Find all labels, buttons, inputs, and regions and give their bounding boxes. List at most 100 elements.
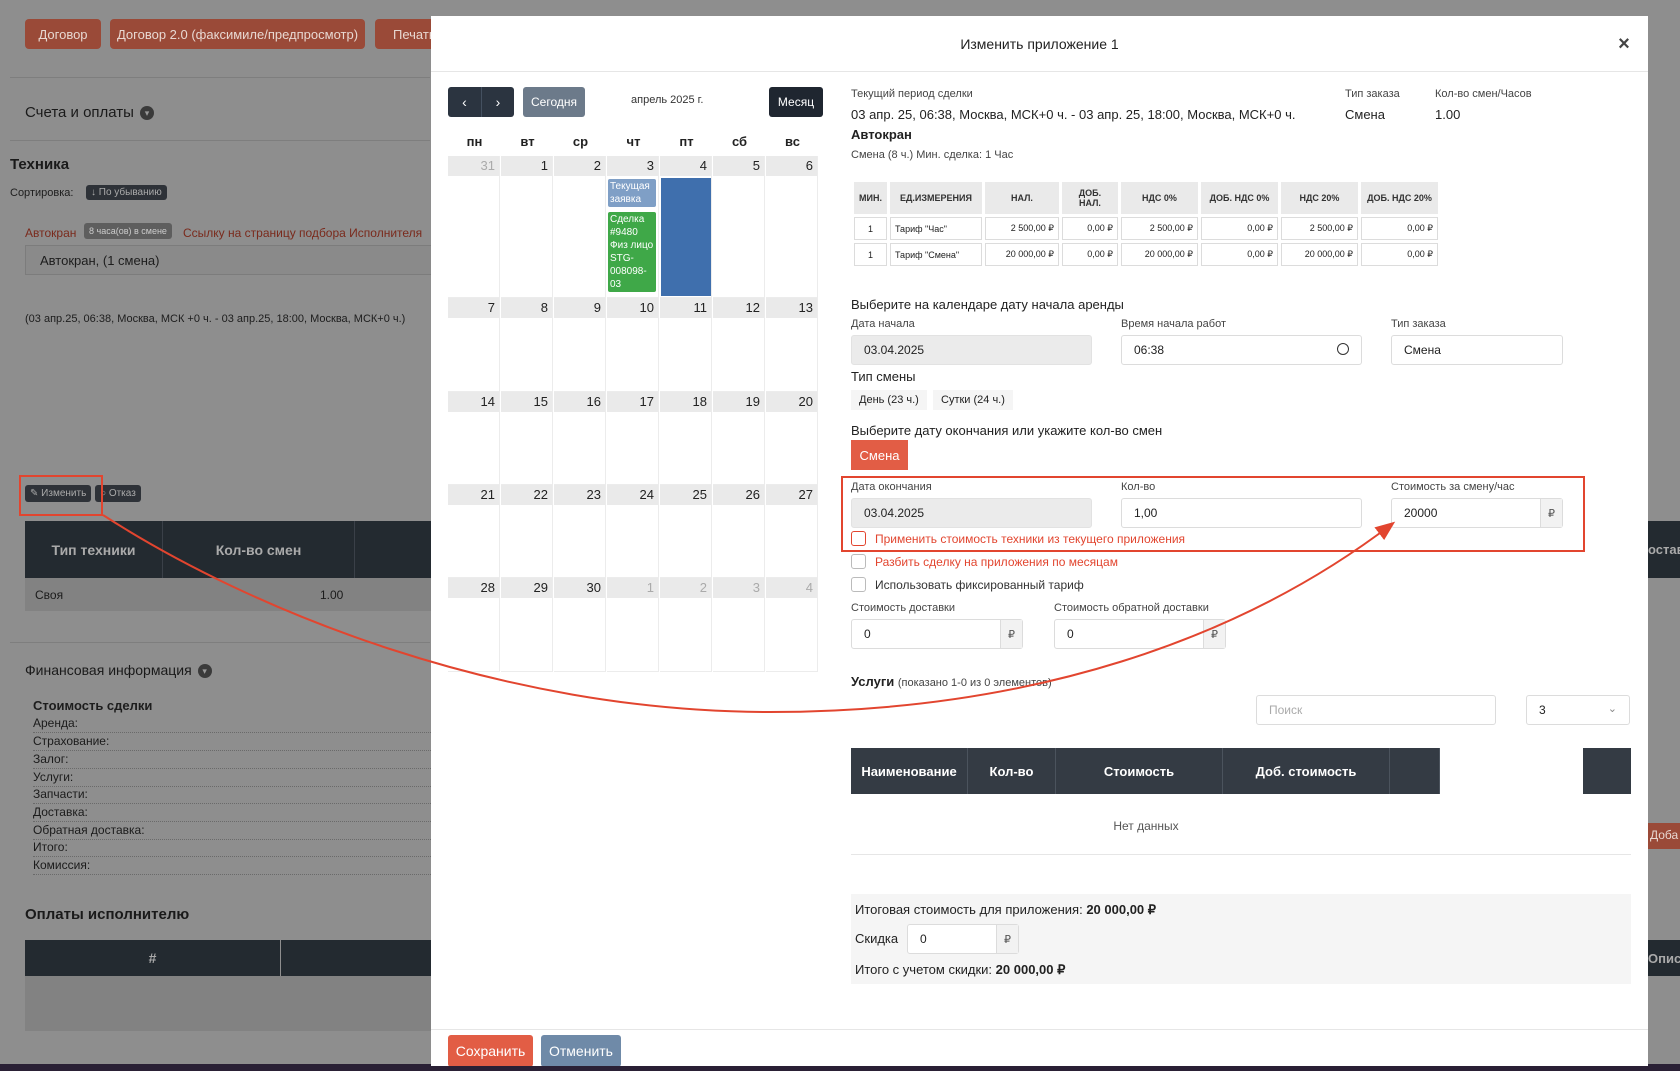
calendar-day[interactable]: 22 [501,485,553,578]
close-icon[interactable]: × [1612,32,1636,56]
calendar-day[interactable]: 28 [448,578,500,672]
calendar-day[interactable]: 4 [766,578,818,672]
month-title: апрель 2025 г. [631,94,704,106]
save-button[interactable]: Сохранить [448,1035,533,1066]
prev-month-button[interactable]: ‹ [448,87,481,117]
selected-day-highlight[interactable] [661,178,711,296]
shift-type-label: Тип смены [851,369,916,384]
services-search-input[interactable]: Поиск [1256,695,1496,725]
sort-badge[interactable]: ↓ По убыванию [86,185,167,200]
calendar-day[interactable]: 26 [713,485,765,578]
calendar-day[interactable]: 13 [766,298,818,392]
shift-option-24h[interactable]: Сутки (24 ч.) [933,390,1013,410]
services-header-qty[interactable]: Кол-во [968,748,1056,794]
finance-item: Комиссия: [33,858,433,875]
calendar-day[interactable]: 31 [448,156,500,298]
contract-2-button[interactable]: Договор 2.0 (факсимиле/предпросмотр) [110,19,365,49]
calendar-day[interactable]: 24 [607,485,659,578]
executor-link[interactable]: Ссылку на страницу подбора Исполнителя [183,226,422,240]
calendar-day[interactable]: 1 [501,156,553,298]
calendar-day[interactable]: 14 [448,392,500,485]
day-number: 26 [713,485,764,505]
weekday-header: вт [520,134,535,149]
price-input[interactable]: 20000 ₽ [1391,498,1563,528]
chevron-down-icon: ▾ [197,664,212,679]
machine-input[interactable]: Автокран, (1 смена) [25,245,445,275]
print-button[interactable]: Печать [375,19,436,49]
calendar-day[interactable]: 19 [713,392,765,485]
calendar-day[interactable]: 23 [554,485,606,578]
calendar-day[interactable]: 18 [660,392,712,485]
calendar-day[interactable]: 6 [766,156,818,298]
finance-section[interactable]: Финансовая информация ▾ [25,662,212,679]
right-edge-add[interactable]: Доба [1648,823,1680,849]
payments-row [25,976,435,1031]
accounts-section[interactable]: Счета и оплаты ▾ [25,104,154,121]
calendar-day[interactable]: 20 [766,392,818,485]
event-deal[interactable]: Сделка #9480 Физ лицо STG-008098-03 [608,212,656,292]
calendar-day[interactable]: 2 [554,156,606,298]
calendar-day[interactable]: 25 [660,485,712,578]
services-header-extra-cost[interactable]: Доб. стоимость [1223,748,1390,794]
calendar-day[interactable]: 4 [660,156,712,298]
calendar-day[interactable]: 11 [660,298,712,392]
day-number: 19 [713,392,764,412]
calendar-day[interactable]: 27 [766,485,818,578]
services-header-cost[interactable]: Стоимость [1056,748,1223,794]
return-delivery-input[interactable]: 0 ₽ [1054,619,1226,649]
event-current-request[interactable]: Текущая заявка [608,179,656,207]
cancel-button[interactable]: Отменить [541,1035,621,1066]
order-type-select[interactable]: Смена [1391,335,1563,365]
no-data-text: Нет данных [1113,819,1179,833]
fixed-tariff-checkbox[interactable] [851,577,866,592]
ruble-icon: ₽ [1203,620,1225,648]
discount-input[interactable]: 0 ₽ [907,924,1019,954]
clock-icon[interactable] [1337,343,1349,355]
sort-icon: ↓ [91,187,96,198]
right-edge-desc: Описа [1648,940,1680,976]
count-label: Кол-во смен/Часов [1435,88,1532,100]
quantity-label: Кол-во [1121,481,1156,493]
calendar-day[interactable]: 30 [554,578,606,672]
today-button[interactable]: Сегодня [523,87,585,117]
day-number: 17 [607,392,658,412]
order-type-label: Тип заказа [1345,88,1400,100]
start-date-input[interactable]: 03.04.2025 [851,335,1092,365]
calendar-day[interactable]: 3 [713,578,765,672]
end-date-input[interactable]: 03.04.2025 [851,498,1092,528]
start-section-title: Выберите на календаре дату начала аренды [851,297,1124,312]
calendar-day[interactable]: 2 [660,578,712,672]
calendar-day[interactable]: 5 [713,156,765,298]
ruble-icon: ₽ [1000,620,1022,648]
delivery-input[interactable]: 0 ₽ [851,619,1023,649]
quantity-input[interactable]: 1,00 [1121,498,1362,528]
month-view-button[interactable]: Месяц [769,87,823,117]
calendar-day[interactable]: 7 [448,298,500,392]
calendar-day[interactable]: 12 [713,298,765,392]
calendar-day[interactable]: 21 [448,485,500,578]
shift-button[interactable]: Смена [851,440,908,470]
contract-button[interactable]: Договор [25,19,101,49]
chevron-left-icon: ‹ [462,94,467,110]
split-months-checkbox[interactable] [851,554,866,569]
calendar-day[interactable]: 10 [607,298,659,392]
tariff-row: 1 Тариф "Час" 2 500,00 ₽ 0,00 ₽ 2 500,00… [854,217,1438,240]
equipment-title: Техника [10,156,70,173]
calendar-day[interactable]: 8 [501,298,553,392]
day-number: 12 [713,298,764,318]
next-month-button[interactable]: › [481,87,514,117]
machine-link[interactable]: Автокран [25,226,76,240]
page-size-select[interactable]: 3 ⌄ [1526,695,1630,725]
shift-option-day[interactable]: День (23 ч.) [851,390,927,410]
calendar-day[interactable]: 9 [554,298,606,392]
calendar-day[interactable]: 29 [501,578,553,672]
start-time-input[interactable]: 06:38 [1121,335,1362,365]
calendar-day[interactable]: 16 [554,392,606,485]
apply-cost-checkbox[interactable] [851,531,866,546]
calendar-day[interactable]: 3 Текущая заявка Сделка #9480 Физ лицо STG… [607,156,659,298]
calendar-day[interactable]: 15 [501,392,553,485]
calendar-day[interactable]: 1 [607,578,659,672]
calendar-day[interactable]: 17 [607,392,659,485]
services-header-name[interactable]: Наименование [851,748,968,794]
tariff-row: 1 Тариф "Смена" 20 000,00 ₽ 0,00 ₽ 20 00… [854,243,1438,266]
